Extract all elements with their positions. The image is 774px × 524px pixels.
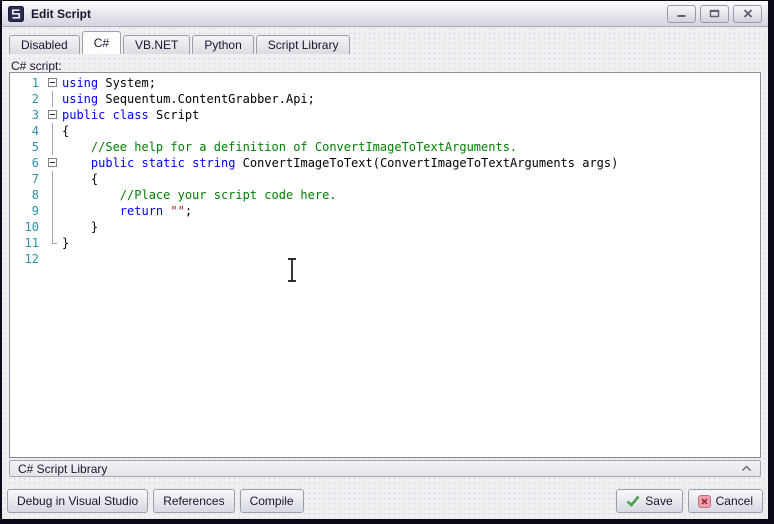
tab-disabled[interactable]: Disabled [9, 35, 80, 54]
fold-collapse-toggle[interactable] [46, 107, 62, 123]
fold-collapse-toggle[interactable] [46, 155, 62, 171]
fold-margin [46, 123, 62, 139]
fold-margin [46, 251, 62, 267]
code-editor[interactable]: 1 using System; 2 using Sequentum.ContentGr… [9, 72, 761, 458]
sequentum-logo-icon [8, 6, 24, 22]
code-line[interactable]: 2 using Sequentum.ContentGrabber.Api; [10, 91, 760, 107]
script-language-tabs: DisabledC#VB.NETPythonScript Library [9, 31, 350, 54]
line-number: 1 [10, 75, 46, 91]
fold-margin [46, 187, 62, 203]
debug-in-visual-studio-button[interactable]: Debug in Visual Studio [7, 489, 148, 513]
line-number: 8 [10, 187, 46, 203]
code-line[interactable]: 12 [10, 251, 760, 267]
footer-button-bar: Debug in Visual StudioReferencesCompile … [7, 488, 763, 514]
fold-margin [46, 139, 62, 155]
close-icon [743, 9, 753, 18]
code-line[interactable]: 5 //See help for a definition of Convert… [10, 139, 760, 155]
window-title: Edit Script [31, 7, 91, 21]
save-button-label: Save [645, 494, 672, 508]
line-number: 2 [10, 91, 46, 107]
collapse-minus-icon[interactable] [48, 110, 57, 119]
code-text: } [62, 235, 69, 251]
fold-margin [46, 171, 62, 187]
code-text: //See help for a definition of ConvertIm… [62, 139, 517, 155]
minimize-button[interactable] [667, 5, 696, 23]
line-number: 7 [10, 171, 46, 187]
code-text: using System; [62, 75, 156, 91]
maximize-icon [709, 9, 720, 18]
code-line[interactable]: 11} [10, 235, 760, 251]
script-library-panel[interactable]: C# Script Library [9, 460, 761, 477]
fold-margin [46, 91, 62, 107]
code-text: { [62, 171, 98, 187]
compile-button[interactable]: Compile [240, 489, 304, 513]
save-button[interactable]: Save [616, 489, 682, 513]
red-x-icon [698, 495, 711, 508]
cancel-button-label: Cancel [716, 494, 753, 508]
tab-csharp[interactable]: C# [82, 31, 121, 54]
line-number: 3 [10, 107, 46, 123]
close-button[interactable] [733, 5, 762, 23]
editor-label: C# script: [11, 59, 62, 73]
code-text: } [62, 219, 98, 235]
fold-collapse-toggle[interactable] [46, 75, 62, 91]
code-line[interactable]: 10 } [10, 219, 760, 235]
code-line[interactable]: 9 return ""; [10, 203, 760, 219]
line-number: 4 [10, 123, 46, 139]
line-number: 6 [10, 155, 46, 171]
line-number: 11 [10, 235, 46, 251]
code-line[interactable]: 4{ [10, 123, 760, 139]
tab-vb-net[interactable]: VB.NET [123, 35, 190, 54]
code-line[interactable]: 3 public class Script [10, 107, 760, 123]
window-controls [667, 5, 762, 23]
code-text: return ""; [62, 203, 192, 219]
line-number: 12 [10, 251, 46, 267]
code-text: public static string ConvertImageToText(… [62, 155, 618, 171]
code-text: using Sequentum.ContentGrabber.Api; [62, 91, 315, 107]
fold-margin [46, 219, 62, 235]
edit-script-dialog: Edit Script DisabledC#VB.NETPythonScript… [2, 1, 768, 519]
code-text: { [62, 123, 69, 139]
maximize-button[interactable] [700, 5, 729, 23]
code-line[interactable]: 1 using System; [10, 75, 760, 91]
tab-python[interactable]: Python [192, 35, 253, 54]
line-number: 10 [10, 219, 46, 235]
code-text: //Place your script code here. [62, 187, 337, 203]
tab-script-library[interactable]: Script Library [256, 35, 351, 54]
code-line[interactable]: 6 public static string ConvertImageToTex… [10, 155, 760, 171]
cancel-button[interactable]: Cancel [688, 489, 763, 513]
fold-margin [46, 203, 62, 219]
references-button[interactable]: References [153, 489, 234, 513]
minimize-icon [676, 9, 687, 18]
script-library-panel-label: C# Script Library [18, 462, 107, 476]
green-check-icon [626, 495, 640, 507]
text-ibeam-cursor [286, 257, 298, 288]
chevron-up-icon [741, 465, 752, 472]
fold-margin [46, 235, 62, 251]
title-bar: Edit Script [2, 1, 768, 27]
collapse-minus-icon[interactable] [48, 158, 57, 167]
code-line[interactable]: 8 //Place your script code here. [10, 187, 760, 203]
line-number: 9 [10, 203, 46, 219]
collapse-minus-icon[interactable] [48, 78, 57, 87]
line-number: 5 [10, 139, 46, 155]
code-text: public class Script [62, 107, 199, 123]
code-line[interactable]: 7 { [10, 171, 760, 187]
